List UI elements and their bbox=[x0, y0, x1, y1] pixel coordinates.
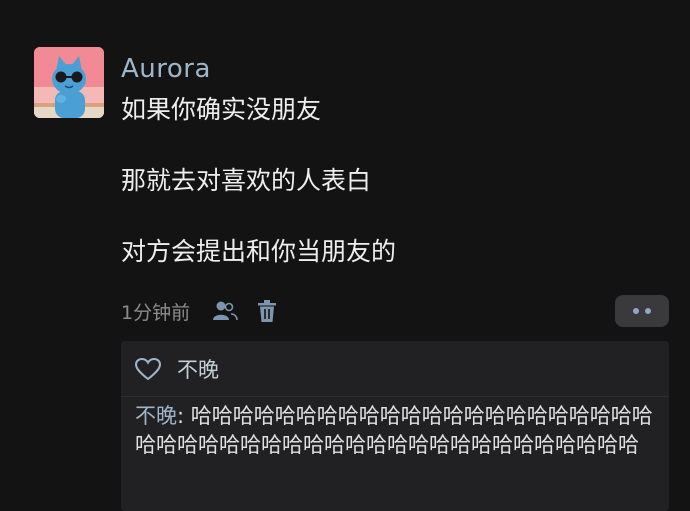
comment-separator: : bbox=[177, 404, 191, 428]
moment-post: Aurora 如果你确实没朋友 那就去对喜欢的人表白 对方会提出和你当朋友的 1… bbox=[0, 0, 690, 511]
post-text-line: 如果你确实没朋友 bbox=[121, 95, 322, 124]
post-text-line: 对方会提出和你当朋友的 bbox=[121, 237, 397, 266]
trash-icon[interactable] bbox=[252, 296, 282, 326]
people-icon[interactable] bbox=[210, 296, 240, 326]
comment-author[interactable]: 不晚 bbox=[135, 404, 177, 428]
likes-divider bbox=[121, 396, 669, 397]
post-content: 如果你确实没朋友 那就去对喜欢的人表白 对方会提出和你当朋友的 bbox=[121, 92, 661, 270]
user-avatar[interactable] bbox=[34, 47, 104, 118]
more-button[interactable] bbox=[615, 295, 669, 327]
heart-outline-icon bbox=[135, 357, 161, 380]
likes-comments-box: 不晚 不晚: 哈哈哈哈哈哈哈哈哈哈哈哈哈哈哈哈哈哈哈哈哈哈哈哈哈哈哈哈哈哈哈哈哈… bbox=[121, 341, 669, 511]
comment-item[interactable]: 不晚: 哈哈哈哈哈哈哈哈哈哈哈哈哈哈哈哈哈哈哈哈哈哈哈哈哈哈哈哈哈哈哈哈哈哈哈哈… bbox=[135, 402, 663, 460]
comment-text: 哈哈哈哈哈哈哈哈哈哈哈哈哈哈哈哈哈哈哈哈哈哈哈哈哈哈哈哈哈哈哈哈哈哈哈哈哈哈哈哈… bbox=[135, 404, 653, 457]
like-user-name[interactable]: 不晚 bbox=[177, 354, 219, 384]
post-username[interactable]: Aurora bbox=[121, 54, 211, 84]
post-text-line: 那就去对喜欢的人表白 bbox=[121, 166, 372, 195]
post-meta: 1分钟前 bbox=[121, 296, 294, 326]
post-time: 1分钟前 bbox=[121, 301, 191, 324]
likes-row: 不晚 bbox=[135, 354, 219, 384]
cat-avatar-icon bbox=[34, 47, 104, 118]
more-dots-icon bbox=[633, 308, 651, 314]
